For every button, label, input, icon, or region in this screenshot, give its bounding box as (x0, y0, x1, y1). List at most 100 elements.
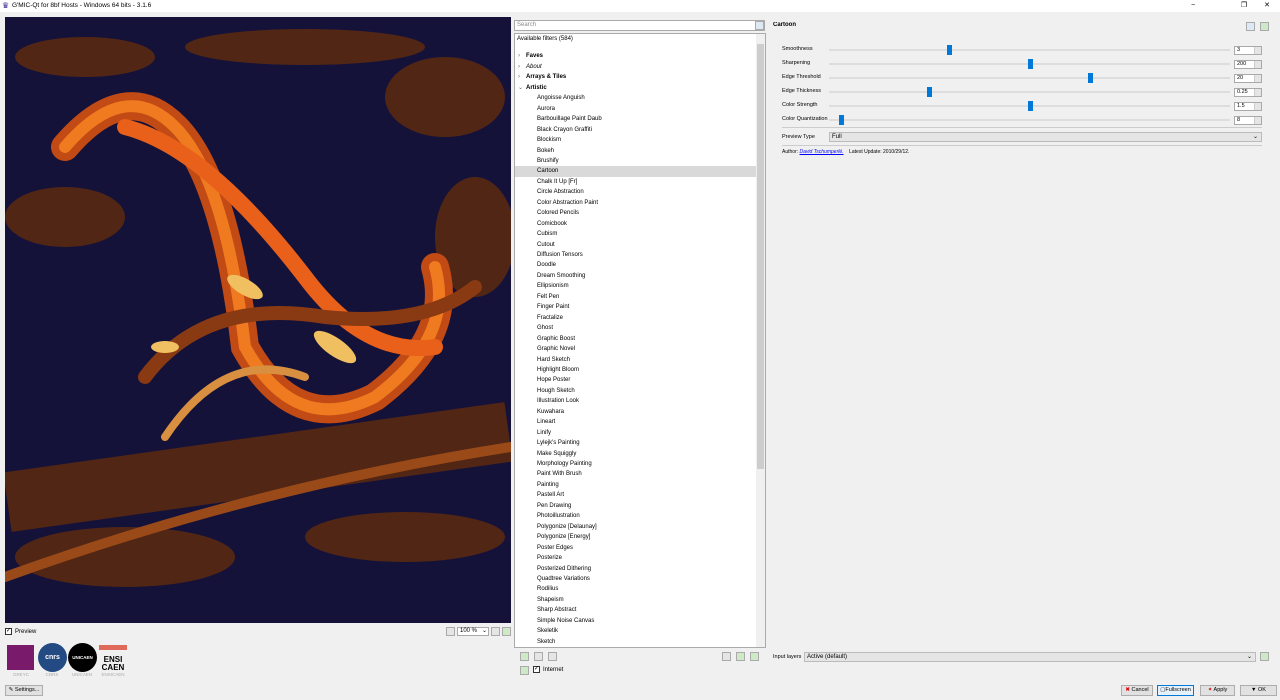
filter-item[interactable]: Ghost (515, 323, 757, 333)
param-spinbox[interactable]: 200 (1234, 60, 1262, 69)
expand-collapse-icon[interactable] (736, 652, 745, 661)
search-input[interactable]: Search (514, 20, 765, 31)
filter-item[interactable]: Hope Poster (515, 375, 757, 385)
filter-item[interactable]: Sharp Abstract (515, 605, 757, 615)
filter-item[interactable]: Painting (515, 480, 757, 490)
filter-item[interactable]: Quadtree Variations (515, 574, 757, 584)
preview-type-select[interactable]: Full ⌄ (829, 132, 1262, 142)
filter-item[interactable]: Finger Paint (515, 302, 757, 312)
param-slider[interactable] (829, 101, 1230, 111)
ok-button[interactable]: ▼ OK (1240, 685, 1277, 696)
param-slider[interactable] (829, 115, 1230, 125)
filter-item[interactable]: Hard Sketch (515, 355, 757, 365)
filter-item[interactable]: Color Abstraction Paint (515, 198, 757, 208)
add-fave-icon[interactable] (520, 652, 529, 661)
preview-checkbox[interactable]: ✓ Preview (5, 628, 36, 635)
rename-fave-icon[interactable] (534, 652, 543, 661)
filter-item[interactable]: Skeletik (515, 626, 757, 636)
reset-icon[interactable] (1260, 22, 1269, 31)
scrollbar[interactable] (756, 34, 765, 647)
filter-item[interactable]: Cartoon (515, 166, 757, 177)
slider-handle[interactable] (1027, 59, 1033, 69)
param-spinbox[interactable]: 3 (1234, 46, 1262, 55)
filter-item[interactable]: Shapeism (515, 595, 757, 605)
scrollbar-thumb[interactable] (757, 44, 764, 469)
filter-item[interactable]: Ellipsionism (515, 281, 757, 291)
param-spinbox[interactable]: 1.5 (1234, 102, 1262, 111)
filter-item[interactable]: Comicbook (515, 219, 757, 229)
refresh-icon[interactable] (502, 627, 511, 636)
param-spinbox[interactable]: 20 (1234, 74, 1262, 83)
slider-handle[interactable] (947, 45, 953, 55)
copy-icon[interactable] (1246, 22, 1255, 31)
filter-item[interactable]: Bokeh (515, 146, 757, 156)
filter-item[interactable]: Barbouillage Paint Daub (515, 114, 757, 124)
filter-item[interactable]: Fractalize (515, 313, 757, 323)
filter-item[interactable]: Pastell Art (515, 490, 757, 500)
filter-item[interactable]: Doodle (515, 260, 757, 270)
filter-item[interactable]: Kuwahara (515, 407, 757, 417)
chevron-right-icon[interactable]: › (518, 62, 526, 72)
zoom-select[interactable]: 100 % ⌄ (457, 627, 489, 636)
filter-item[interactable]: Felt Pen (515, 292, 757, 302)
filter-item[interactable]: Aurora (515, 104, 757, 114)
internet-checkbox[interactable]: ✓ Internet (533, 666, 563, 673)
filter-item[interactable]: Morphology Painting (515, 459, 757, 469)
param-slider[interactable] (829, 59, 1230, 69)
filter-down-icon[interactable] (750, 652, 759, 661)
visibility-icon[interactable] (722, 652, 731, 661)
param-spinbox[interactable]: 8 (1234, 116, 1262, 125)
filter-item[interactable]: Black Crayon Graffiti (515, 125, 757, 135)
input-layers-select[interactable]: Active (default) ⌄ (804, 652, 1256, 662)
filter-item[interactable]: Photoillustration (515, 511, 757, 521)
filter-item[interactable]: Graphic Boost (515, 334, 757, 344)
param-slider[interactable] (829, 45, 1230, 55)
fullscreen-button[interactable]: ▢Fullscreen (1157, 685, 1194, 696)
filter-item[interactable]: Illustration Look (515, 396, 757, 406)
zoom-in-icon[interactable] (491, 627, 500, 636)
category-about[interactable]: › About (515, 62, 757, 72)
param-slider[interactable] (829, 73, 1230, 83)
settings-button[interactable]: ✎ Settings... (5, 685, 43, 696)
filter-item[interactable]: Angoisse Anguish (515, 93, 757, 103)
filter-item[interactable]: Diffusion Tensors (515, 250, 757, 260)
filter-item[interactable]: Sketch (515, 637, 757, 647)
filter-item[interactable]: Rodilius (515, 584, 757, 594)
filter-item[interactable]: Simple Noise Canvas (515, 616, 757, 626)
filter-item[interactable]: Lineart (515, 417, 757, 427)
preview-image[interactable] (5, 17, 511, 623)
category-arrays-tiles[interactable]: › Arrays & Tiles (515, 72, 757, 82)
param-spinbox[interactable]: 0.25 (1234, 88, 1262, 97)
filter-item[interactable]: Dream Smoothing (515, 271, 757, 281)
filter-item[interactable]: Cubism (515, 229, 757, 239)
close-button[interactable]: ✕ (1254, 0, 1280, 12)
filter-item[interactable]: Highlight Bloom (515, 365, 757, 375)
remove-fave-icon[interactable] (548, 652, 557, 661)
slider-handle[interactable] (1087, 73, 1093, 83)
filter-item[interactable]: Circle Abstraction (515, 187, 757, 197)
category-artistic[interactable]: ⌄ Artistic (515, 83, 757, 93)
filter-item[interactable]: Paint With Brush (515, 469, 757, 479)
filter-item[interactable]: Hough Sketch (515, 386, 757, 396)
filter-item[interactable]: Posterize (515, 553, 757, 563)
filter-item[interactable]: Make Squiggly (515, 449, 757, 459)
chevron-right-icon[interactable]: › (518, 51, 526, 61)
apply-button[interactable]: ✦ Apply (1200, 685, 1235, 696)
filter-item[interactable]: Colored Pencils (515, 208, 757, 218)
cancel-button[interactable]: ✖ Cancel (1121, 685, 1153, 696)
filter-item[interactable]: Blockism (515, 135, 757, 145)
update-icon[interactable] (520, 666, 529, 675)
filter-item[interactable]: Polygonize [Delaunay] (515, 522, 757, 532)
refresh-layers-icon[interactable] (1260, 652, 1269, 661)
param-slider[interactable] (829, 87, 1230, 97)
filter-tree[interactable]: Available filters (584) › Faves › About › … (514, 33, 766, 648)
search-icon[interactable] (755, 21, 764, 30)
filter-item[interactable]: Chalk It Up [Fr] (515, 177, 757, 187)
slider-handle[interactable] (839, 115, 845, 125)
filter-item[interactable]: Poster Edges (515, 543, 757, 553)
filter-item[interactable]: Polygonize [Energy] (515, 532, 757, 542)
chevron-down-icon[interactable]: ⌄ (518, 83, 526, 93)
filter-item[interactable]: Graphic Novel (515, 344, 757, 354)
filter-item[interactable]: Cutout (515, 240, 757, 250)
category-faves[interactable]: › Faves (515, 51, 757, 61)
